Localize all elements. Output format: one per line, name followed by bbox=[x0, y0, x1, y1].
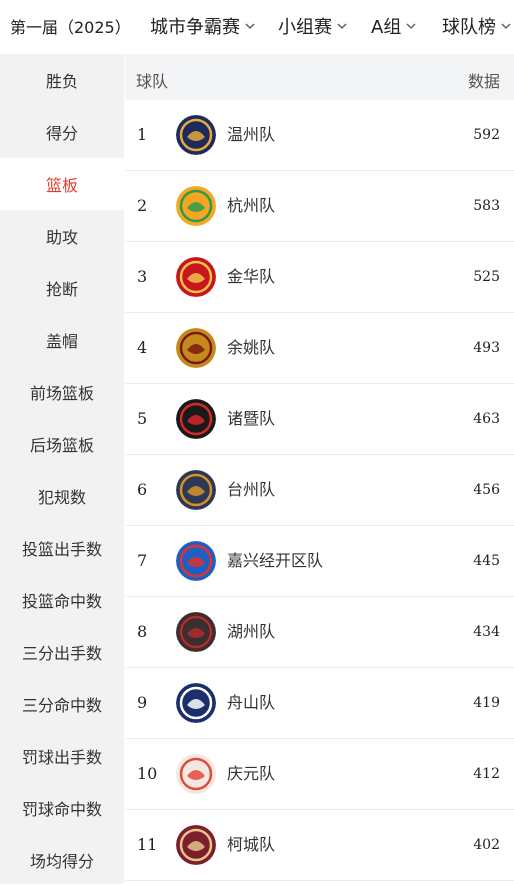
team-logo-icon bbox=[176, 257, 216, 297]
ranking-type-dropdown[interactable]: 球队榜 bbox=[442, 13, 512, 39]
team-logo-icon bbox=[176, 825, 216, 865]
sidebar-item-category[interactable]: 助攻 bbox=[0, 210, 124, 262]
table-row[interactable]: 6 台州队 456 bbox=[125, 455, 514, 526]
stage-dropdown[interactable]: 小组赛 bbox=[278, 13, 348, 39]
competition-dropdown[interactable]: 城市争霸赛 bbox=[150, 13, 256, 39]
team-name: 余姚队 bbox=[227, 338, 276, 357]
competition-dropdown-label: 城市争霸赛 bbox=[150, 17, 240, 38]
ranking-type-dropdown-label: 球队榜 bbox=[442, 17, 496, 38]
team-name: 嘉兴经开区队 bbox=[227, 551, 324, 570]
top-filter-bar: 第一届（2025） 城市争霸赛 小组赛 A组 球队榜 bbox=[0, 0, 514, 50]
rank-number: 3 bbox=[137, 267, 148, 286]
team-name: 诸暨队 bbox=[227, 409, 276, 428]
sidebar-item-category[interactable]: 罚球出手数 bbox=[0, 730, 124, 782]
sidebar-item-category[interactable]: 场均得分 bbox=[0, 834, 124, 886]
rank-number: 7 bbox=[137, 551, 148, 570]
chevron-down-icon bbox=[244, 20, 256, 32]
data-column-header: 数据 bbox=[467, 72, 500, 91]
stat-value: 592 bbox=[473, 127, 500, 143]
stat-value: 445 bbox=[473, 553, 500, 569]
stat-value: 434 bbox=[473, 624, 500, 640]
stat-value: 419 bbox=[473, 695, 500, 711]
rank-number: 6 bbox=[137, 480, 148, 499]
table-row[interactable]: 7 嘉兴经开区队 445 bbox=[125, 526, 514, 597]
team-logo-icon bbox=[176, 328, 216, 368]
team-logo-icon bbox=[176, 754, 216, 794]
table-row[interactable]: 9 舟山队 419 bbox=[125, 668, 514, 739]
team-logo-icon bbox=[176, 470, 216, 510]
sidebar-item-category[interactable]: 投篮命中数 bbox=[0, 574, 124, 626]
sidebar-item-category[interactable]: 胜负 bbox=[0, 54, 124, 106]
stat-value: 456 bbox=[473, 482, 500, 498]
table-row[interactable]: 5 诸暨队 463 bbox=[125, 384, 514, 455]
sidebar-item-category[interactable]: 前场篮板 bbox=[0, 366, 124, 418]
stat-value: 463 bbox=[473, 411, 500, 427]
sidebar-item-category[interactable]: 盖帽 bbox=[0, 314, 124, 366]
table-row[interactable]: 2 杭州队 583 bbox=[125, 171, 514, 242]
team-name: 柯城队 bbox=[227, 835, 276, 854]
table-row[interactable]: 8 湖州队 434 bbox=[125, 597, 514, 668]
stat-value: 583 bbox=[473, 198, 500, 214]
sidebar-item-category[interactable]: 抢断 bbox=[0, 262, 124, 314]
rank-number: 4 bbox=[137, 338, 148, 357]
team-logo-icon bbox=[176, 683, 216, 723]
team-logo-icon bbox=[176, 186, 216, 226]
sidebar-item-category[interactable]: 罚球命中数 bbox=[0, 782, 124, 834]
team-name: 庆元队 bbox=[227, 764, 276, 783]
table-row[interactable]: 1 温州队 592 bbox=[125, 100, 514, 171]
group-dropdown[interactable]: A组 bbox=[371, 13, 417, 39]
stage-dropdown-label: 小组赛 bbox=[278, 17, 332, 38]
team-name: 杭州队 bbox=[227, 196, 276, 215]
sidebar-item-active[interactable]: 篮板 bbox=[0, 158, 124, 210]
rank-number: 5 bbox=[137, 409, 148, 428]
rank-number: 10 bbox=[137, 764, 158, 783]
table-row[interactable]: 4 余姚队 493 bbox=[125, 313, 514, 384]
stat-value: 412 bbox=[473, 766, 500, 782]
rank-number: 11 bbox=[137, 835, 158, 854]
table-row[interactable]: 11 柯城队 402 bbox=[125, 810, 514, 881]
team-ranking-table: 球队 数据 1 温州队 592 2 杭州队 583 3 金华队 525 4 余姚队 493 5 诸暨队 46… bbox=[125, 54, 514, 884]
team-logo-icon bbox=[176, 399, 216, 439]
stat-category-sidebar: 胜负 得分 篮板 助攻 抢断 盖帽 前场篮板 后场篮板 犯规数 投篮出手数 投篮命中数 三分出手数 三分… bbox=[0, 54, 124, 884]
sidebar-item-category[interactable]: 犯规数 bbox=[0, 470, 124, 522]
table-row[interactable]: 3 金华队 525 bbox=[125, 242, 514, 313]
season-selector[interactable]: 第一届（2025） bbox=[10, 14, 131, 38]
sidebar-item-category[interactable]: 后场篮板 bbox=[0, 418, 124, 470]
team-logo-icon bbox=[176, 612, 216, 652]
table-header: 球队 数据 bbox=[125, 54, 514, 100]
chevron-down-icon bbox=[336, 20, 348, 32]
sidebar-item-category[interactable]: 三分出手数 bbox=[0, 626, 124, 678]
table-row[interactable]: 10 庆元队 412 bbox=[125, 739, 514, 810]
team-name: 金华队 bbox=[227, 267, 276, 286]
group-dropdown-label: A组 bbox=[371, 17, 402, 38]
team-column-header: 球队 bbox=[136, 72, 169, 91]
team-name: 湖州队 bbox=[227, 622, 276, 641]
stat-value: 402 bbox=[473, 837, 500, 853]
rank-number: 8 bbox=[137, 622, 148, 641]
rank-number: 9 bbox=[137, 693, 148, 712]
team-name: 温州队 bbox=[227, 125, 276, 144]
team-logo-icon bbox=[176, 541, 216, 581]
team-logo-icon bbox=[176, 115, 216, 155]
stat-value: 525 bbox=[473, 269, 500, 285]
chevron-down-icon bbox=[405, 20, 417, 32]
stat-value: 493 bbox=[473, 340, 500, 356]
team-name: 台州队 bbox=[227, 480, 276, 499]
sidebar-item-category[interactable]: 投篮出手数 bbox=[0, 522, 124, 574]
rank-number: 1 bbox=[137, 125, 148, 144]
chevron-down-icon bbox=[500, 20, 512, 32]
rank-number: 2 bbox=[137, 196, 148, 215]
table-body: 1 温州队 592 2 杭州队 583 3 金华队 525 4 余姚队 493 5 诸暨队 463 6 台州队 4… bbox=[125, 100, 514, 881]
team-name: 舟山队 bbox=[227, 693, 276, 712]
sidebar-item-category[interactable]: 三分命中数 bbox=[0, 678, 124, 730]
sidebar-item-category[interactable]: 得分 bbox=[0, 106, 124, 158]
